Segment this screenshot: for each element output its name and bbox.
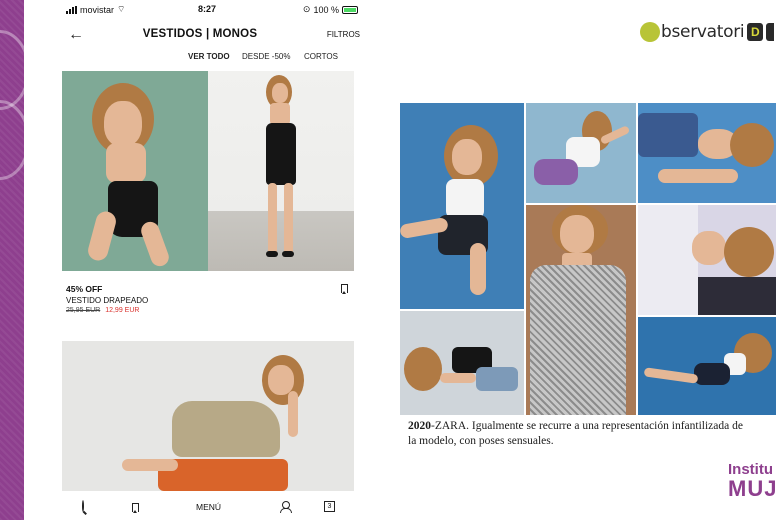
category-tabs: VER TODO DESDE -50% CORTOS [24,52,376,64]
collage-photo [526,103,636,203]
product-image-back[interactable] [208,71,354,271]
logo-dot [640,22,660,42]
filters-button[interactable]: FILTROS [327,30,360,39]
logo-text: bservatori [661,22,745,42]
product-image-second[interactable] [62,341,354,491]
logo-box: D [747,23,764,41]
product-prices: 25,95 EUR 12,99 EUR [66,307,356,314]
decorative-purple-band [0,0,30,520]
search-icon[interactable] [82,500,84,512]
institute-logo-line2: MUJ [728,476,778,501]
status-time: 8:27 [198,4,217,14]
discount-badge: 45% OFF [66,284,103,294]
status-bar: movistar ⌔ 8:27 ⊙ 100 % [24,4,376,18]
shopping-bag-icon[interactable]: 3 [324,501,335,512]
battery-icon [342,5,358,14]
carrier-indicator: movistar ⌔ [66,4,125,15]
phone-screenshot: movistar ⌔ 8:27 ⊙ 100 % ← VESTIDOS | MON… [24,0,376,520]
wifi-icon: ⌔ [117,4,126,14]
photo-collage [400,103,776,415]
tab-cortos[interactable]: CORTOS [304,52,338,61]
old-price: 25,95 EUR [66,307,101,314]
tab-ver-todo[interactable]: VER TODO [188,52,230,61]
collage-photo [400,311,524,415]
logo-box-cut [766,23,775,41]
battery-indicator: ⊙ 100 % [303,4,358,15]
caption-year: 2020 [408,420,431,432]
alarm-icon: ⊙ [302,4,311,14]
bookmark-icon[interactable] [341,284,348,294]
product-name: VESTIDO DRAPEADO [66,296,149,305]
sale-price: 12,99 EUR [105,307,140,314]
observatori-logo: bservatori D [640,22,775,42]
slide-caption: 2020-ZARA. Igualmente se recurre a una r… [408,419,748,449]
collage-photo [526,205,636,415]
battery-percent: 100 % [313,4,339,15]
collage-photo [400,103,524,309]
caption-text: -ZARA. Igualmente se recurre a una repre… [408,420,743,447]
collage-photo [638,103,776,203]
bottom-navigation: MENÚ 3 [24,497,376,519]
top-navigation: ← VESTIDOS | MONOS FILTROS [24,24,376,46]
menu-button[interactable]: MENÚ [196,502,221,512]
tab-desde-50[interactable]: DESDE -50% [242,52,290,61]
page-title: VESTIDOS | MONOS [142,28,258,40]
product-card-info[interactable]: 45% OFF VESTIDO DRAPEADO 25,95 EUR 12,99… [66,284,356,314]
collage-photo [638,317,776,415]
collage-photo [638,205,776,315]
presentation-slide: movistar ⌔ 8:27 ⊙ 100 % ← VESTIDOS | MON… [0,0,780,520]
carrier-name: movistar [80,4,115,15]
signal-icon [66,5,77,14]
institute-logo: Institu MUJ [728,460,778,501]
bookmark-icon[interactable] [132,503,139,513]
product-image-front[interactable] [62,71,208,271]
